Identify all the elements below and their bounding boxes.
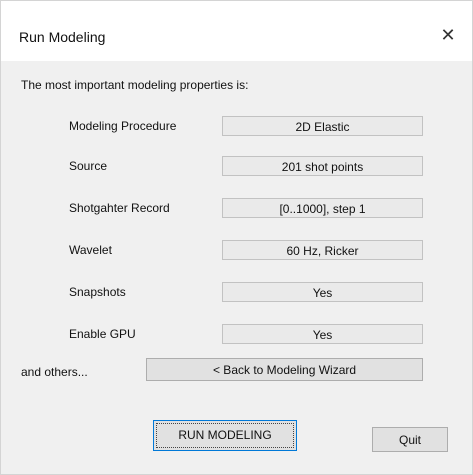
property-label-shotgather-record: Shotgahter Record: [69, 201, 170, 215]
run-modeling-button[interactable]: RUN MODELING: [153, 420, 297, 451]
close-icon[interactable]: ✕: [436, 23, 460, 47]
run-modeling-button-label: RUN MODELING: [178, 428, 272, 442]
property-value-modeling-procedure: 2D Elastic: [222, 116, 423, 136]
property-label-source: Source: [69, 159, 108, 173]
title-bar: Run Modeling ✕: [1, 1, 472, 61]
run-modeling-dialog: Run Modeling ✕ The most important modeli…: [0, 0, 473, 475]
property-label-wavelet: Wavelet: [69, 243, 112, 257]
quit-button[interactable]: Quit: [372, 427, 448, 452]
others-label: and others...: [21, 365, 88, 379]
property-value-shotgather-record: [0..1000], step 1: [222, 198, 423, 218]
back-to-wizard-button[interactable]: < Back to Modeling Wizard: [146, 358, 423, 381]
property-value-enable-gpu: Yes: [222, 324, 423, 344]
property-label-snapshots: Snapshots: [69, 285, 126, 299]
window-title: Run Modeling: [19, 29, 106, 45]
property-value-wavelet: 60 Hz, Ricker: [222, 240, 423, 260]
property-value-source: 201 shot points: [222, 156, 423, 176]
property-label-enable-gpu: Enable GPU: [69, 327, 136, 341]
property-label-modeling-procedure: Modeling Procedure: [69, 119, 177, 133]
property-value-snapshots: Yes: [222, 282, 423, 302]
intro-text: The most important modeling properties i…: [21, 78, 249, 92]
